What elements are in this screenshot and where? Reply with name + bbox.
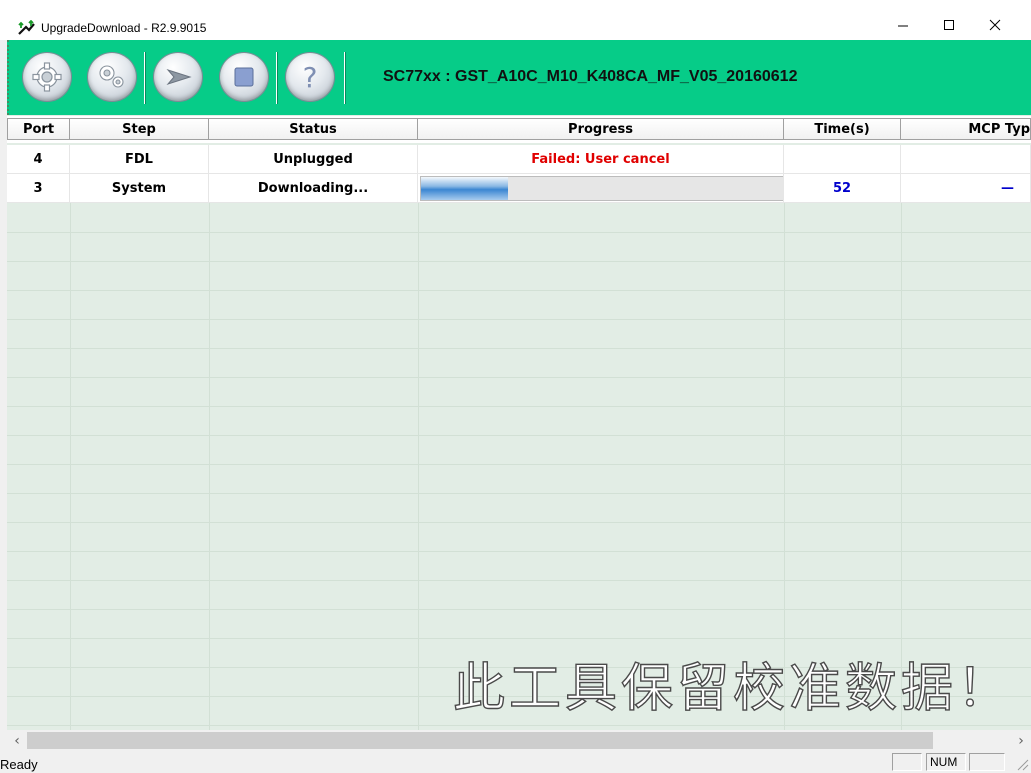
- horizontal-scrollbar[interactable]: ‹ ›: [7, 730, 1031, 752]
- column-header-status[interactable]: Status: [209, 118, 418, 140]
- status-pane-caps: [892, 753, 922, 771]
- play-arrow-icon: [166, 68, 192, 86]
- grid-line: [70, 203, 71, 730]
- table-row[interactable]: 4 FDL Unplugged Failed: User cancel: [7, 145, 1031, 174]
- grid-line: [7, 261, 1031, 262]
- start-button[interactable]: [154, 53, 202, 101]
- status-text: Ready: [0, 757, 38, 772]
- grid-line: [209, 203, 210, 730]
- grid-line: [7, 725, 1031, 726]
- title-bar[interactable]: UpgradeDownload - R2.9.9015: [0, 0, 1031, 40]
- grid-line: [7, 609, 1031, 610]
- column-header-step[interactable]: Step: [70, 118, 209, 140]
- download-progress-fill: [421, 177, 508, 200]
- status-pane-scroll: [969, 753, 1005, 771]
- grid-line: [7, 493, 1031, 494]
- status-pane-num: NUM: [926, 753, 966, 771]
- scrollbar-thumb[interactable]: [27, 732, 933, 749]
- app-window: UpgradeDownload - R2.9.9015 ? SC77xx: G…: [0, 0, 1031, 773]
- app-icon: [18, 20, 35, 35]
- grid-line: [7, 377, 1031, 378]
- grid-line: [7, 406, 1031, 407]
- stop-square-icon: [234, 67, 254, 87]
- scroll-right-button[interactable]: ›: [1011, 730, 1031, 752]
- cell-time: [784, 145, 901, 174]
- cell-mcp-type: —: [901, 174, 1031, 203]
- close-icon: [989, 19, 1001, 31]
- toolbar-separator: [144, 52, 145, 104]
- options-button[interactable]: [88, 53, 136, 101]
- settings-button[interactable]: [23, 53, 71, 101]
- resize-grip-icon[interactable]: [1015, 757, 1029, 771]
- grid-line: [7, 348, 1031, 349]
- svg-text:?: ?: [303, 61, 318, 94]
- grid-line: [7, 638, 1031, 639]
- download-progress-bar: [420, 176, 783, 201]
- grid-line: [7, 580, 1031, 581]
- grid-line: [7, 435, 1031, 436]
- grid-line: [7, 290, 1031, 291]
- gears-icon: [99, 65, 124, 88]
- cell-mcp-type: [901, 145, 1031, 174]
- maximize-button[interactable]: [926, 10, 972, 40]
- chevron-right-icon: ›: [1018, 733, 1024, 749]
- toolbar-separator: [344, 52, 345, 104]
- column-header-progress[interactable]: Progress: [418, 118, 784, 140]
- port-status-table[interactable]: Port Step Status Progress Time(s) MCP Ty…: [7, 115, 1031, 730]
- cell-step: FDL: [70, 145, 209, 174]
- column-header-mcp-type[interactable]: MCP Typ: [901, 118, 1031, 140]
- scroll-left-button[interactable]: ‹: [7, 730, 27, 752]
- column-header-time[interactable]: Time(s): [784, 118, 901, 140]
- gear-icon: [32, 62, 62, 92]
- table-header: Port Step Status Progress Time(s) MCP Ty…: [7, 116, 1031, 143]
- minimize-button[interactable]: [880, 10, 926, 40]
- cell-progress-error: Failed: User cancel: [418, 145, 784, 174]
- grid-line: [418, 203, 419, 730]
- close-button[interactable]: [972, 10, 1018, 40]
- minimize-icon: [898, 25, 908, 27]
- watermark-text: 此工具保留校准数据！: [452, 658, 1014, 719]
- grid-line: [7, 319, 1031, 320]
- cell-status: Unplugged: [209, 145, 418, 174]
- window-title: UpgradeDownload - R2.9.9015: [41, 21, 207, 35]
- cell-status: Downloading...: [209, 174, 418, 203]
- cell-time: 52: [784, 174, 901, 203]
- grid-line: [7, 522, 1031, 523]
- grid-line: [7, 551, 1031, 552]
- table-row[interactable]: 3 System Downloading... 52 —: [7, 174, 1031, 203]
- maximize-icon: [944, 20, 954, 30]
- cell-step: System: [70, 174, 209, 203]
- cell-port: 4: [7, 145, 70, 174]
- grid-line: [7, 464, 1031, 465]
- chevron-left-icon: ‹: [14, 733, 20, 749]
- cell-port: 3: [7, 174, 70, 203]
- product-info-label: SC77xx : GST_A10C_M10_K408CA_MF_V05_2016…: [383, 68, 798, 85]
- question-mark-icon: ?: [303, 61, 318, 94]
- toolbar: ? SC77xx : GST_A10C_M10_K408CA_MF_V05_20…: [7, 40, 1031, 115]
- column-header-port[interactable]: Port: [7, 118, 70, 140]
- toolbar-separator: [276, 52, 277, 104]
- grid-line: [7, 232, 1031, 233]
- status-bar: Ready NUM: [0, 752, 1031, 773]
- cell-progress: [418, 174, 784, 203]
- help-button[interactable]: ?: [286, 53, 334, 101]
- stop-button[interactable]: [220, 53, 268, 101]
